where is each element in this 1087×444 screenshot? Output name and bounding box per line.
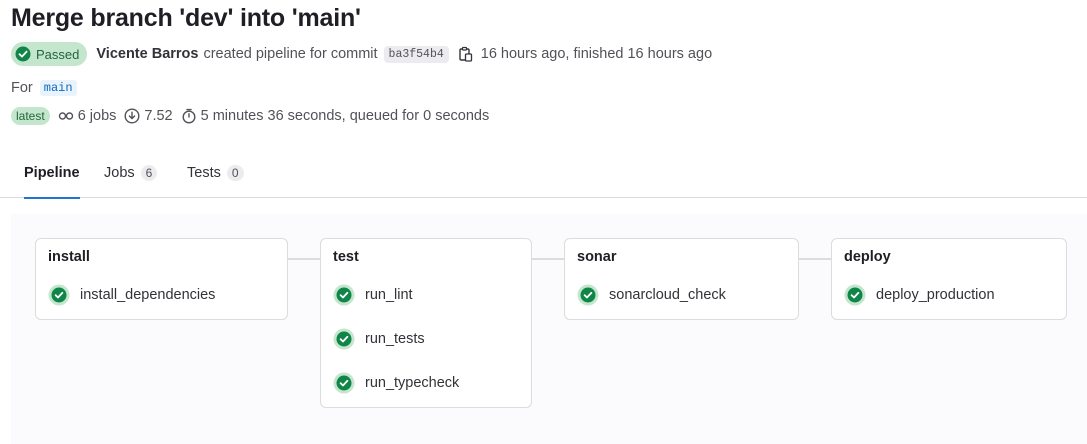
stage-title: install: [48, 249, 90, 265]
pipeline-tabs: Pipeline Jobs 6 Tests 0: [0, 148, 1087, 199]
stage-connector: [288, 258, 321, 260]
tab-tests-count: 0: [226, 165, 244, 181]
job-label: run_tests: [365, 331, 425, 347]
pipeline-stats: latest 6 jobs 7.52 5 minutes 36 seconds,…: [11, 106, 489, 126]
job-run-lint[interactable]: run_lint: [333, 282, 413, 308]
job-run-typecheck[interactable]: run_typecheck: [333, 370, 459, 396]
status-label: Passed: [36, 46, 80, 62]
pipeline-score: 7.52: [124, 108, 173, 124]
success-icon: [577, 284, 599, 306]
job-run-tests[interactable]: run_tests: [333, 326, 425, 352]
stage-test: test run_lint run_tests run_typecheck: [320, 238, 532, 408]
pipeline-time: 16 hours ago, finished 16 hours ago: [480, 46, 713, 62]
pipeline-score-label: 7.52: [144, 108, 173, 124]
tab-jobs-count: 6: [140, 165, 158, 181]
tab-tests-label: Tests: [187, 165, 221, 181]
job-label: run_typecheck: [365, 375, 460, 391]
pipeline-icon: [58, 112, 73, 120]
job-deploy-production[interactable]: deploy_production: [844, 282, 995, 308]
job-label: install_dependencies: [80, 287, 216, 303]
job-sonarcloud-check[interactable]: sonarcloud_check: [577, 282, 726, 308]
tab-pipeline-label: Pipeline: [24, 165, 80, 181]
stage-sonar: sonar sonarcloud_check: [564, 238, 799, 320]
stage-connector: [532, 258, 565, 260]
job-label: run_lint: [365, 287, 413, 303]
tab-tests[interactable]: Tests 0: [187, 148, 244, 198]
tab-jobs[interactable]: Jobs 6: [104, 148, 158, 198]
success-icon: [333, 372, 355, 394]
job-label: deploy_production: [876, 287, 995, 303]
pipeline-graph: install install_dependencies test run_li…: [11, 214, 1087, 444]
success-icon: [48, 284, 70, 306]
success-icon: [333, 284, 355, 306]
stage-title: sonar: [577, 249, 617, 265]
stage-install: install install_dependencies: [35, 238, 288, 320]
pipeline-duration: 5 minutes 36 seconds, queued for 0 secon…: [181, 108, 490, 124]
success-icon: [844, 284, 866, 306]
check-circle-icon: [15, 46, 31, 62]
timer-icon: [182, 108, 196, 124]
job-install-dependencies[interactable]: install_dependencies: [48, 282, 215, 308]
stage-connector: [799, 258, 831, 260]
author-link[interactable]: Vicente Barros: [96, 46, 198, 62]
stage-title: test: [333, 249, 359, 265]
jobs-count-label: 6 jobs: [77, 108, 117, 124]
download-icon: [124, 108, 140, 124]
tab-jobs-label: Jobs: [104, 165, 135, 181]
page-title: Merge branch 'dev' into 'main': [11, 4, 361, 32]
pipeline-meta: Passed Vicente Barros created pipeline f…: [11, 42, 712, 66]
status-badge[interactable]: Passed: [11, 42, 88, 66]
latest-badge: latest: [11, 107, 50, 125]
jobs-count: 6 jobs: [58, 108, 117, 124]
created-text: created pipeline for commit: [203, 46, 378, 62]
stage-title: deploy: [844, 249, 891, 265]
success-icon: [333, 328, 355, 350]
commit-sha-link[interactable]: ba3f54b4: [383, 45, 449, 63]
tab-pipeline[interactable]: Pipeline: [24, 148, 80, 199]
copy-icon[interactable]: [457, 46, 473, 62]
job-label: sonarcloud_check: [609, 287, 726, 303]
branch-link[interactable]: main: [39, 80, 77, 96]
pipeline-duration-label: 5 minutes 36 seconds, queued for 0 secon…: [200, 108, 490, 124]
ref-row: For main: [11, 78, 77, 98]
ref-prefix: For: [11, 80, 33, 96]
stage-deploy: deploy deploy_production: [831, 238, 1067, 320]
